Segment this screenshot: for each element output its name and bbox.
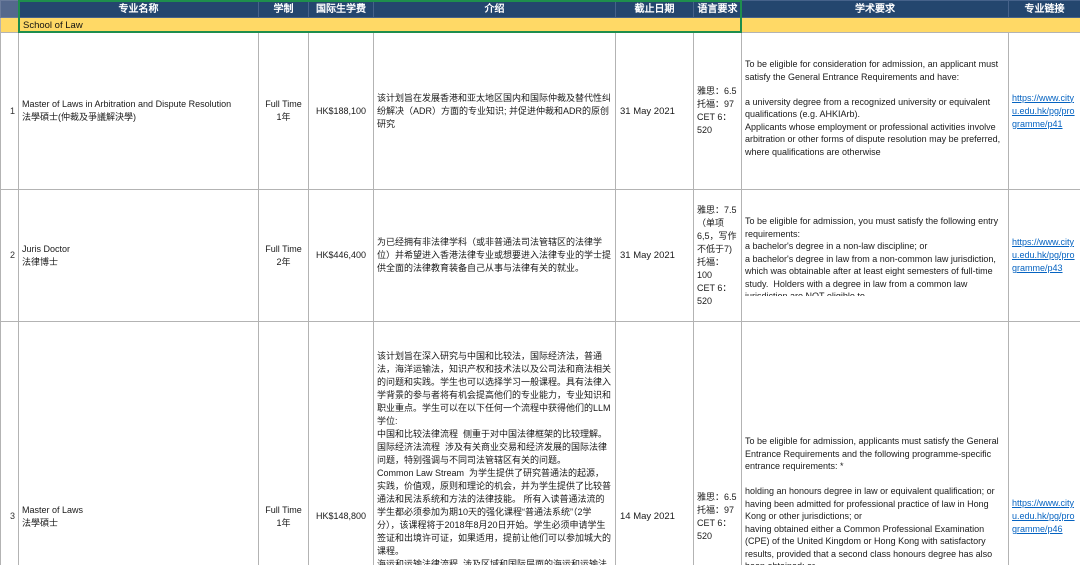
mode: Full Time [262,243,305,256]
duration: 1年 [262,111,305,124]
tuition-cell[interactable]: HK$446,400 [309,190,374,322]
row-number[interactable]: 3 [1,322,19,565]
program-name-cell[interactable]: Master of Laws in Arbitration and Disput… [19,33,259,190]
corner-cell[interactable] [1,1,19,18]
programs-table: 专业名称 学制 国际生学费 介绍 截止日期 语言要求 学术要求 专业链接 Sch… [0,0,1080,565]
program-link[interactable]: https://www.cityu.edu.hk/pg/programme/p4… [1012,237,1075,273]
program-link[interactable]: https://www.cityu.edu.hk/pg/programme/p4… [1012,498,1075,534]
header-link[interactable]: 专业链接 [1009,1,1080,18]
header-mode[interactable]: 学制 [259,1,309,18]
table-row: 1 Master of Laws in Arbitration and Disp… [1,33,1080,190]
intro-text: 该计划旨在深入研究与中国和比较法，国际经济法，普通法，海洋运输法，知识产权和技术… [377,348,612,565]
section-band-num-cell[interactable] [1,18,19,33]
program-name-cell[interactable]: Juris Doctor 法律博士 [19,190,259,322]
deadline-cell[interactable]: 14 May 2021 [616,322,694,565]
language-req-cell[interactable]: 雅思：6.5 托福：97 CET 6：520 [694,322,742,565]
header-intro[interactable]: 介绍 [374,1,616,18]
table-row: 2 Juris Doctor 法律博士 Full Time 2年 HK$446,… [1,190,1080,322]
language-req-cell[interactable]: 雅思：7.5（单项6,5，写作不低于7) 托福：100 CET 6：520 [694,190,742,322]
duration: 2年 [262,256,305,269]
program-name-en: Master of Laws [22,504,255,517]
spreadsheet: 专业名称 学制 国际生学费 介绍 截止日期 语言要求 学术要求 专业链接 Sch… [0,0,1080,565]
program-name-zh: 法學碩士 [22,517,255,530]
mode-cell[interactable]: Full Time 2年 [259,190,309,322]
header-deadline[interactable]: 截止日期 [616,1,694,18]
header-tuition[interactable]: 国际生学费 [309,1,374,18]
deadline-cell[interactable]: 31 May 2021 [616,33,694,190]
intro-cell[interactable]: 该计划旨在深入研究与中国和比较法，国际经济法，普通法，海洋运输法，知识产权和技术… [374,322,616,565]
row-number[interactable]: 2 [1,190,19,322]
tuition-cell[interactable]: HK$148,800 [309,322,374,565]
section-title[interactable]: School of Law [19,18,1080,33]
table-header-row: 专业名称 学制 国际生学费 介绍 截止日期 语言要求 学术要求 专业链接 [1,1,1080,18]
program-name-cell[interactable]: Master of Laws 法學碩士 [19,322,259,565]
deadline-cell[interactable]: 31 May 2021 [616,190,694,322]
intro-cell[interactable]: 为已经拥有非法律学科（或非普通法司法管辖区的法律学位）并希望进入香港法律专业或想… [374,190,616,322]
program-link[interactable]: https://www.cityu.edu.hk/pg/programme/p4… [1012,93,1075,129]
section-band-row: School of Law [1,18,1080,33]
academic-req-cell[interactable]: To be eligible for admission, applicants… [742,322,1009,565]
intro-cell[interactable]: 该计划旨在发展香港和亚太地区国内和国际仲裁及替代性纠纷解决（ADR）方面的专业知… [374,33,616,190]
header-academic[interactable]: 学术要求 [742,1,1009,18]
program-name-zh: 法學碩士(仲裁及爭議解決學) [22,111,255,124]
table-row: 3 Master of Laws 法學碩士 Full Time 1年 HK$14… [1,322,1080,565]
row-number[interactable]: 1 [1,33,19,190]
tuition-cell[interactable]: HK$188,100 [309,33,374,190]
link-cell: https://www.cityu.edu.hk/pg/programme/p4… [1009,33,1080,190]
header-language[interactable]: 语言要求 [694,1,742,18]
academic-req-text: To be eligible for admission, you must s… [745,215,1005,296]
language-req-cell[interactable]: 雅思：6.5 托福：97 CET 6：520 [694,33,742,190]
mode-cell[interactable]: Full Time 1年 [259,33,309,190]
link-cell: https://www.cityu.edu.hk/pg/programme/p4… [1009,322,1080,565]
mode: Full Time [262,504,305,517]
program-name-en: Master of Laws in Arbitration and Disput… [22,98,255,111]
mode: Full Time [262,98,305,111]
link-cell: https://www.cityu.edu.hk/pg/programme/p4… [1009,190,1080,322]
program-name-zh: 法律博士 [22,256,255,269]
program-name-en: Juris Doctor [22,243,255,256]
academic-req-cell[interactable]: To be eligible for consideration for adm… [742,33,1009,190]
header-program-name[interactable]: 专业名称 [19,1,259,18]
mode-cell[interactable]: Full Time 1年 [259,322,309,565]
academic-req-text: To be eligible for consideration for adm… [745,58,1005,164]
academic-req-cell[interactable]: To be eligible for admission, you must s… [742,190,1009,322]
duration: 1年 [262,517,305,530]
